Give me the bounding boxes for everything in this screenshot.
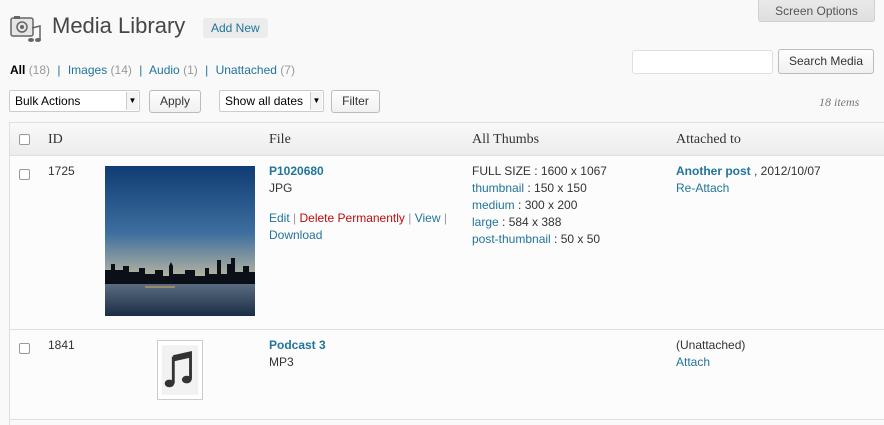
filter-images[interactable]: Images bbox=[68, 63, 107, 77]
thumb-size-post-thumbnail: post-thumbnail : 50 x 50 bbox=[472, 231, 600, 248]
search-media-button[interactable]: Search Media bbox=[778, 49, 874, 74]
thumbnail-dimensions: : 150 x 150 bbox=[524, 181, 587, 195]
unattached-status: (Unattached) bbox=[676, 338, 746, 352]
attached-post-date: , 2012/10/07 bbox=[750, 164, 821, 178]
large-dimensions: : 584 x 388 bbox=[498, 215, 562, 229]
row-checkbox[interactable] bbox=[19, 169, 30, 180]
edit-link[interactable]: Edit bbox=[269, 211, 290, 225]
audio-file-icon[interactable] bbox=[157, 340, 203, 400]
screen-options-button[interactable]: Screen Options bbox=[758, 0, 875, 22]
items-count: 18 items bbox=[819, 95, 860, 109]
table-row: 1725 P1020680 JPG Edit | Delete Permanen… bbox=[10, 156, 884, 330]
media-title-link[interactable]: Podcast 3 bbox=[269, 337, 326, 354]
media-thumbnail[interactable] bbox=[105, 166, 255, 316]
table-row: 1841 Podcast 3 MP3 (Unattached) Attach bbox=[10, 330, 884, 420]
bulk-actions-value: Bulk Actions bbox=[15, 94, 81, 108]
bulk-actions-select[interactable]: Bulk Actions ▼ bbox=[9, 90, 140, 112]
add-new-button[interactable]: Add New bbox=[203, 18, 268, 38]
attached-post-link[interactable]: Another post bbox=[676, 164, 751, 178]
medium-dimensions: : 300 x 200 bbox=[514, 198, 578, 212]
medium-link[interactable]: medium bbox=[472, 198, 515, 212]
thumbnail-link[interactable]: thumbnail bbox=[472, 181, 524, 195]
attach-link[interactable]: Attach bbox=[676, 354, 710, 371]
post-thumbnail-link[interactable]: post-thumbnail bbox=[472, 232, 551, 246]
attached-to: Another post , 2012/10/07 bbox=[676, 163, 821, 180]
re-attach-link[interactable]: Re-Attach bbox=[676, 180, 729, 197]
column-file-header[interactable]: File bbox=[269, 132, 291, 148]
view-link[interactable]: View bbox=[415, 211, 441, 225]
media-type-filters: All (18) | Images (14) | Audio (1) | Una… bbox=[10, 63, 295, 77]
media-library-icon bbox=[10, 16, 41, 42]
filter-audio-count: (1) bbox=[183, 63, 198, 77]
media-title-link[interactable]: P1020680 bbox=[269, 163, 324, 180]
date-filter-value: Show all dates bbox=[225, 94, 304, 108]
media-table: ID File All Thumbs Attached to 1725 P102… bbox=[9, 122, 884, 425]
thumb-full-size: FULL SIZE : 1600 x 1067 bbox=[472, 164, 607, 178]
row-actions: Edit | Delete Permanently | View | Downl… bbox=[269, 211, 447, 242]
media-id: 1841 bbox=[48, 338, 75, 352]
media-file-type: MP3 bbox=[269, 355, 294, 369]
dropdown-arrow-icon: ▼ bbox=[126, 92, 138, 110]
column-id-header[interactable]: ID bbox=[48, 132, 63, 148]
apply-button[interactable]: Apply bbox=[149, 90, 201, 113]
page-title: Media Library bbox=[52, 13, 186, 38]
dropdown-arrow-icon: ▼ bbox=[310, 92, 322, 110]
filter-all-count: (18) bbox=[28, 63, 51, 77]
thumb-size-large: large : 584 x 388 bbox=[472, 214, 561, 231]
column-attached-header: Attached to bbox=[676, 132, 741, 147]
download-link[interactable]: Download bbox=[269, 228, 322, 242]
filter-button[interactable]: Filter bbox=[331, 90, 380, 113]
filter-images-count: (14) bbox=[110, 63, 132, 77]
large-link[interactable]: large bbox=[472, 215, 499, 229]
select-all-checkbox[interactable] bbox=[19, 134, 30, 145]
filter-audio[interactable]: Audio bbox=[149, 63, 180, 77]
thumb-size-medium: medium : 300 x 200 bbox=[472, 197, 577, 214]
table-header: ID File All Thumbs Attached to bbox=[10, 123, 884, 156]
column-thumbs-header: All Thumbs bbox=[472, 132, 540, 147]
filter-unattached[interactable]: Unattached bbox=[216, 63, 277, 77]
search-input[interactable] bbox=[632, 50, 773, 74]
row-checkbox[interactable] bbox=[19, 343, 30, 354]
post-thumbnail-dimensions: : 50 x 50 bbox=[550, 232, 601, 246]
media-id: 1725 bbox=[48, 164, 75, 178]
media-file-type: JPG bbox=[269, 181, 293, 195]
delete-permanently-link[interactable]: Delete Permanently bbox=[300, 211, 405, 225]
filter-all[interactable]: All bbox=[10, 63, 25, 77]
date-filter-select[interactable]: Show all dates ▼ bbox=[219, 90, 324, 112]
thumb-size-thumbnail: thumbnail : 150 x 150 bbox=[472, 180, 587, 197]
filter-unattached-count: (7) bbox=[280, 63, 295, 77]
